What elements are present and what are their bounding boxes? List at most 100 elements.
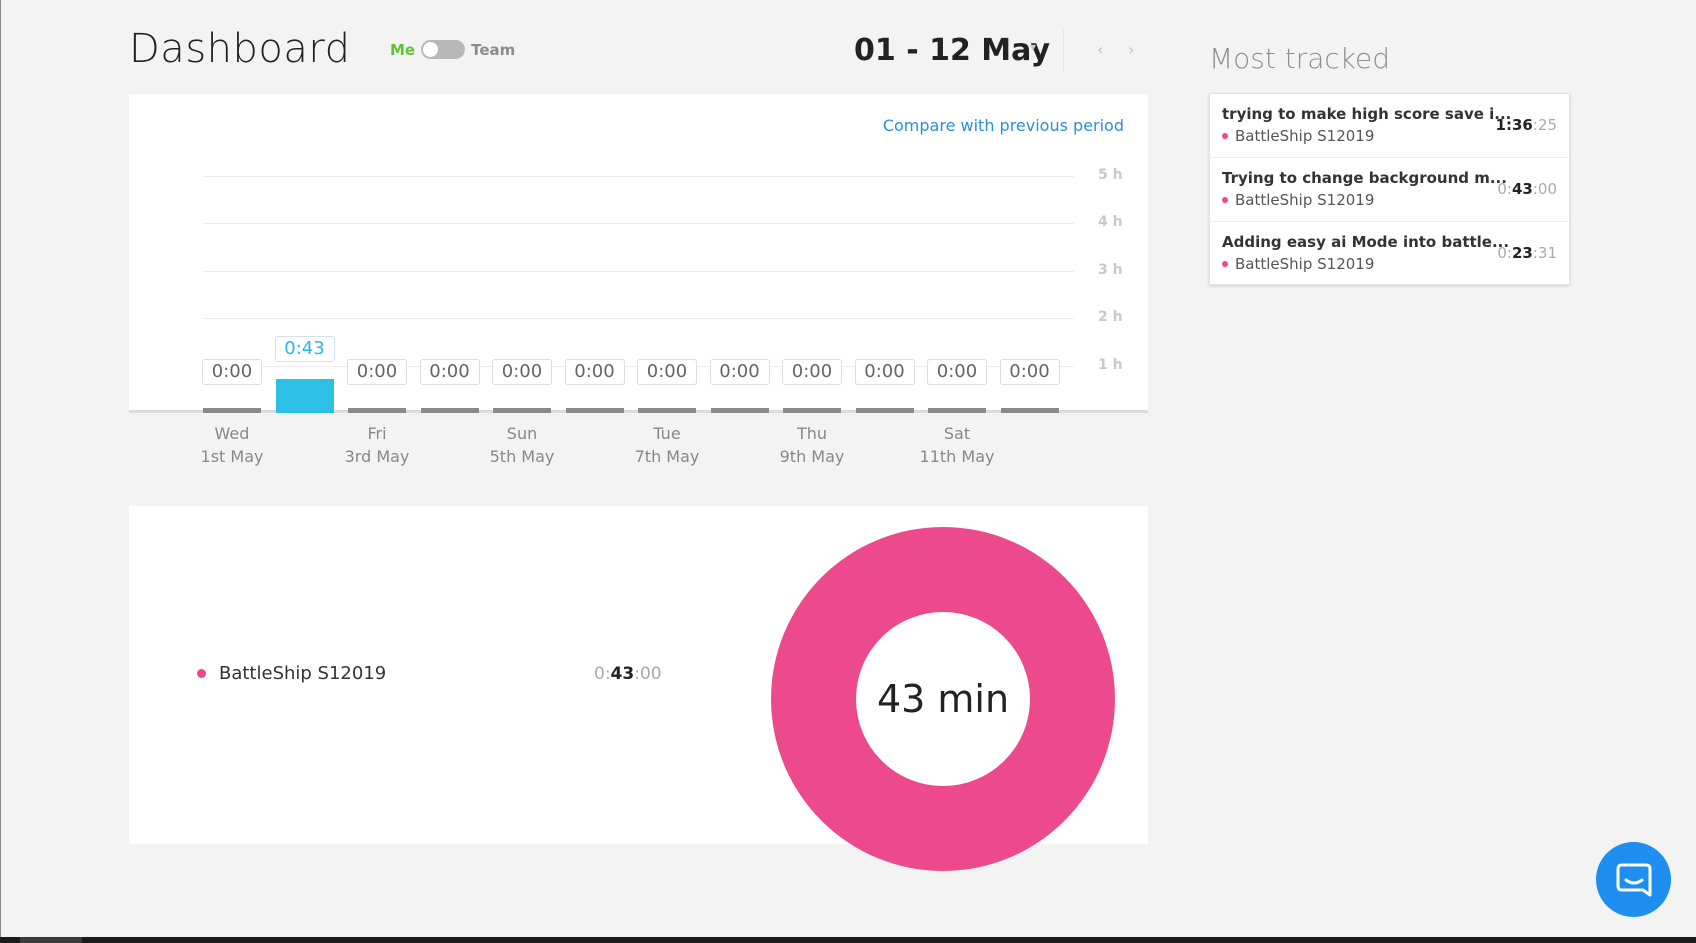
x-tick-day: Thu (796, 424, 828, 443)
toggle-switch[interactable] (421, 40, 466, 59)
bar-value-label: 0:43 (274, 335, 335, 362)
chart-gridline (203, 318, 1074, 319)
window-left-edge (0, 0, 1, 943)
chat-bubble-icon (1616, 863, 1651, 896)
most-tracked-item[interactable]: Trying to change background m... BattleS… (1210, 158, 1569, 222)
header-divider (1063, 30, 1064, 72)
x-tick-date: 9th May (779, 447, 845, 466)
task-project-name: BattleShip S12019 (1235, 191, 1375, 209)
most-tracked-title: Most tracked (1209, 42, 1391, 75)
most-tracked-list: trying to make high score save i... Batt… (1209, 93, 1570, 285)
bar-value-label: 0:00 (419, 359, 480, 385)
task-name: trying to make high score save i... (1222, 105, 1512, 123)
x-tick-day: Tue (653, 424, 681, 443)
x-tick-label: Fri 3rd May (327, 422, 427, 468)
project-time-prefix: 0: (594, 664, 611, 684)
compare-previous-period-link[interactable]: Compare with previous period (883, 116, 1124, 135)
bar-empty[interactable] (638, 408, 696, 413)
x-tick-date: 7th May (634, 447, 700, 466)
bar-value-label: 0:00 (854, 359, 915, 385)
chat-launcher-button[interactable] (1596, 842, 1671, 917)
daily-chart-card: Compare with previous period 5 h 4 h 3 h 2 … (129, 94, 1148, 413)
y-tick-label: 4 h (1098, 214, 1123, 230)
bar-empty[interactable] (783, 408, 841, 413)
task-name: Adding easy ai Mode into battle... (1222, 233, 1510, 251)
task-project: BattleShip S12019 (1222, 191, 1374, 209)
chart-gridline (203, 223, 1074, 224)
x-tick-day: Fri (367, 424, 387, 443)
y-tick-label: 5 h (1098, 166, 1123, 183)
x-tick-date: 11th May (919, 447, 995, 466)
task-time-main: 1:36 (1495, 116, 1533, 134)
x-tick-day: Sat (943, 424, 971, 443)
me-team-toggle[interactable]: Me Team (390, 40, 515, 59)
y-tick-label: 1 h (1098, 356, 1123, 373)
project-time: 0:43:00 (594, 664, 662, 684)
task-time: 0:43:00 (1497, 180, 1557, 198)
task-time-prefix: 0: (1497, 180, 1512, 198)
x-tick-date: 1st May (200, 447, 264, 466)
task-project: BattleShip S12019 (1222, 255, 1374, 273)
bar-empty[interactable] (928, 408, 986, 413)
x-tick-date: 3rd May (344, 447, 410, 466)
project-name[interactable]: BattleShip S12019 (219, 663, 386, 684)
task-time-suffix: :00 (1532, 180, 1557, 198)
chart-gridline (203, 175, 1074, 177)
task-time-suffix: :31 (1532, 244, 1557, 262)
y-tick-label: 2 h (1098, 309, 1123, 325)
bar-empty[interactable] (203, 408, 261, 413)
donut-center: 43 min (856, 612, 1030, 786)
bar-value-label: 0:00 (927, 359, 987, 385)
bar-empty[interactable] (565, 408, 624, 413)
bar-empty[interactable] (855, 408, 914, 413)
x-tick-label: Wed 1st May (182, 422, 282, 468)
task-time-suffix: :25 (1532, 116, 1557, 134)
task-time: 1:36:25 (1496, 116, 1557, 134)
toggle-label-me[interactable]: Me (390, 41, 415, 59)
y-tick-label: 3 h (1098, 261, 1123, 278)
project-color-dot (1222, 261, 1228, 267)
task-time-main: 23 (1511, 244, 1533, 262)
bar-empty[interactable] (710, 408, 769, 413)
task-time-main: 43 (1511, 180, 1533, 198)
bar-value-label: 0:00 (782, 359, 842, 385)
next-period-arrow-icon[interactable]: › (1128, 40, 1134, 59)
bar-value-label: 0:00 (202, 359, 262, 385)
bar-empty[interactable] (348, 408, 406, 413)
page-title: Dashboard (129, 26, 351, 72)
project-color-dot (197, 669, 206, 678)
most-tracked-item[interactable]: trying to make high score save i... Batt… (1210, 94, 1569, 158)
task-project-name: BattleShip S12019 (1235, 255, 1375, 273)
task-time: 0:23:31 (1497, 244, 1557, 262)
project-time-suffix: :00 (634, 664, 662, 684)
taskbar-tab (20, 937, 82, 943)
bar-value-label: 0:00 (999, 359, 1060, 385)
date-dropdown-caret-icon[interactable]: ▾ (1030, 40, 1036, 54)
x-tick-date: 5th May (489, 447, 555, 466)
donut-total-label: 43 min (876, 677, 1010, 721)
x-tick-day: Sun (506, 424, 538, 443)
taskbar-strip (0, 937, 1696, 943)
bar-fill[interactable] (275, 378, 334, 413)
project-time-main: 43 (610, 664, 635, 684)
bar-value-label: 0:00 (564, 359, 625, 385)
project-breakdown-card: BattleShip S12019 0:43:00 43 min (129, 506, 1148, 871)
project-donut-chart[interactable]: 43 min (771, 527, 1115, 871)
bar-value-label: 0:00 (637, 359, 697, 385)
bar-value-label: 0:00 (492, 359, 552, 385)
x-tick-label: Tue 7th May (617, 422, 717, 468)
bar-empty[interactable] (1000, 408, 1059, 413)
x-tick-label: Sun 5th May (472, 422, 572, 468)
prev-period-arrow-icon[interactable]: ‹ (1097, 40, 1103, 59)
task-project: BattleShip S12019 (1222, 127, 1374, 145)
project-color-dot (1222, 197, 1228, 203)
most-tracked-item[interactable]: Adding easy ai Mode into battle... Battl… (1210, 222, 1569, 286)
date-range-picker[interactable]: 01 - 12 May (854, 33, 1050, 68)
bar-empty[interactable] (420, 408, 479, 413)
task-time-prefix: 0: (1497, 244, 1512, 262)
bar-empty[interactable] (493, 408, 551, 413)
toggle-knob (423, 42, 439, 57)
toggle-label-team[interactable]: Team (471, 41, 515, 59)
chart-gridline (203, 270, 1074, 272)
bar-value-label: 0:00 (709, 359, 770, 385)
